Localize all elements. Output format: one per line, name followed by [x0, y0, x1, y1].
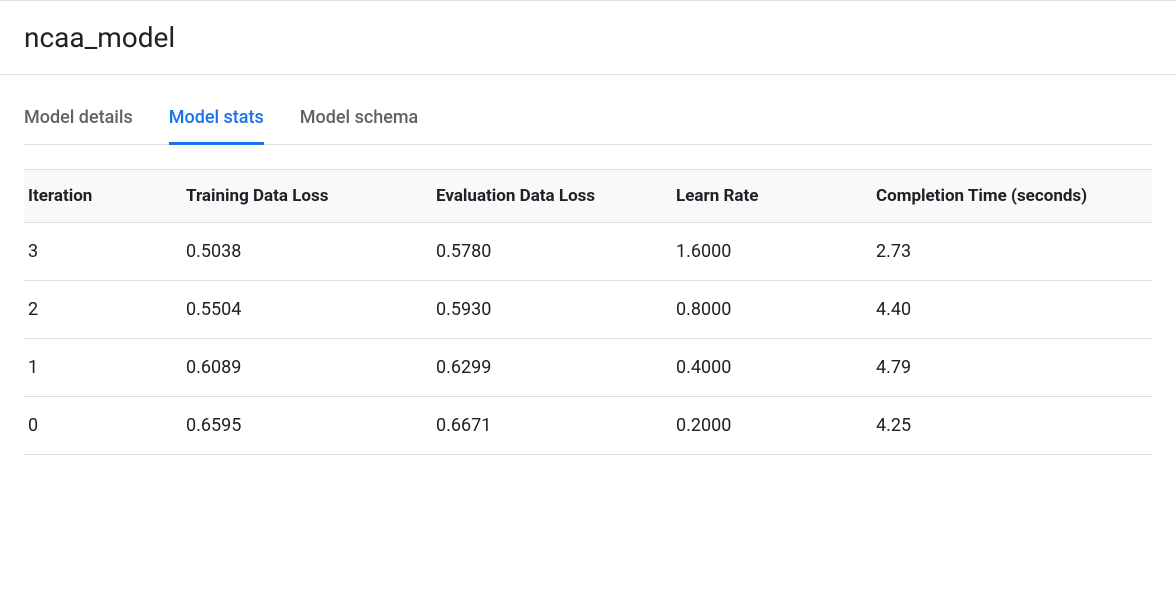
cell-training-loss: 0.5038: [174, 223, 424, 281]
page-title: ncaa_model: [24, 21, 1152, 54]
table-row: 3 0.5038 0.5780 1.6000 2.73: [24, 223, 1152, 281]
cell-eval-loss: 0.5930: [424, 281, 664, 339]
page-container: ncaa_model Model details Model stats Mod…: [0, 0, 1176, 455]
tabs: Model details Model stats Model schema: [24, 107, 1152, 145]
cell-completion-time: 4.25: [864, 397, 1152, 455]
cell-learn-rate: 0.8000: [664, 281, 864, 339]
table-wrapper: Iteration Training Data Loss Evaluation …: [0, 145, 1176, 455]
table-row: 2 0.5504 0.5930 0.8000 4.40: [24, 281, 1152, 339]
cell-training-loss: 0.6089: [174, 339, 424, 397]
cell-eval-loss: 0.5780: [424, 223, 664, 281]
tab-model-schema[interactable]: Model schema: [300, 107, 419, 145]
header: ncaa_model: [0, 1, 1176, 75]
cell-iteration: 1: [24, 339, 174, 397]
col-header-learn-rate: Learn Rate: [664, 170, 864, 223]
table-row: 0 0.6595 0.6671 0.2000 4.25: [24, 397, 1152, 455]
cell-learn-rate: 0.4000: [664, 339, 864, 397]
cell-iteration: 2: [24, 281, 174, 339]
stats-table: Iteration Training Data Loss Evaluation …: [24, 169, 1152, 455]
table-row: 1 0.6089 0.6299 0.4000 4.79: [24, 339, 1152, 397]
col-header-iteration: Iteration: [24, 170, 174, 223]
cell-iteration: 3: [24, 223, 174, 281]
cell-eval-loss: 0.6299: [424, 339, 664, 397]
table-header-row: Iteration Training Data Loss Evaluation …: [24, 170, 1152, 223]
cell-training-loss: 0.5504: [174, 281, 424, 339]
tab-model-details[interactable]: Model details: [24, 107, 133, 145]
cell-learn-rate: 1.6000: [664, 223, 864, 281]
cell-training-loss: 0.6595: [174, 397, 424, 455]
tab-model-stats[interactable]: Model stats: [169, 107, 264, 145]
col-header-completion-time: Completion Time (seconds): [864, 170, 1152, 223]
col-header-eval-loss: Evaluation Data Loss: [424, 170, 664, 223]
cell-iteration: 0: [24, 397, 174, 455]
col-header-training-loss: Training Data Loss: [174, 170, 424, 223]
cell-completion-time: 4.40: [864, 281, 1152, 339]
tabs-section: Model details Model stats Model schema: [0, 75, 1176, 145]
cell-learn-rate: 0.2000: [664, 397, 864, 455]
cell-completion-time: 4.79: [864, 339, 1152, 397]
cell-completion-time: 2.73: [864, 223, 1152, 281]
cell-eval-loss: 0.6671: [424, 397, 664, 455]
